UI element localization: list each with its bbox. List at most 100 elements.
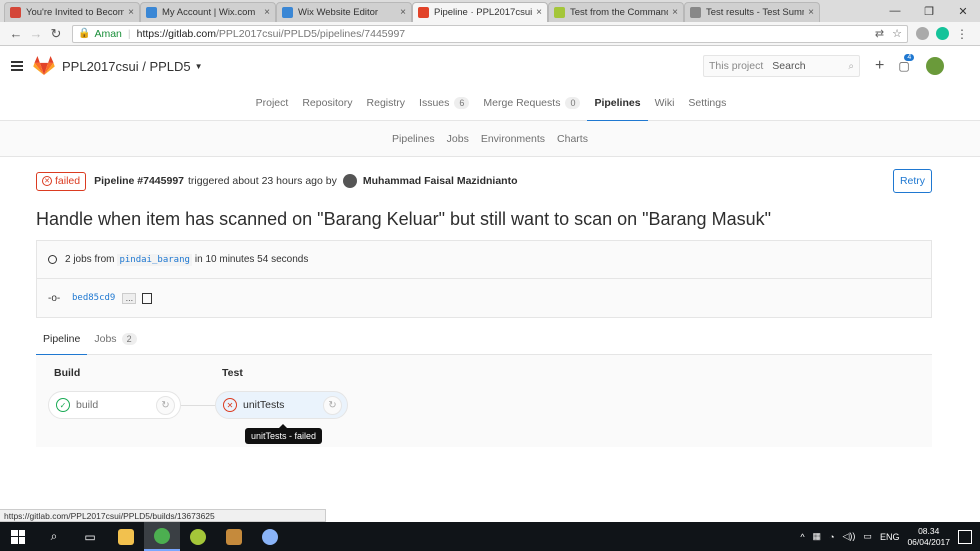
menu-icon[interactable]: ⋮ bbox=[956, 27, 968, 41]
nav-issues[interactable]: Issues 6 bbox=[412, 85, 476, 121]
time: 08.34 bbox=[918, 525, 940, 536]
star-icon[interactable]: ☆ bbox=[892, 27, 902, 40]
gitlab-logo-icon[interactable] bbox=[33, 56, 55, 76]
misc-app-icon bbox=[262, 528, 278, 545]
nav-merge-requests[interactable]: Merge Requests 0 bbox=[476, 85, 587, 121]
reload-icon[interactable]: ↻ bbox=[46, 26, 66, 42]
project-title[interactable]: PPL2017csui / PPLD5 ▼ bbox=[62, 59, 203, 74]
todo-icon[interactable]: ▢ 4 bbox=[898, 54, 915, 73]
nav-repository[interactable]: Repository bbox=[295, 85, 359, 121]
plus-icon[interactable]: + bbox=[875, 57, 884, 75]
url-input[interactable]: 🔒 Aman | https://gitlab.com /PPL2017csui… bbox=[72, 24, 908, 43]
url-path: /PPL2017csui/PPLD5/pipelines/7445997 bbox=[216, 27, 406, 40]
branch-name[interactable]: pindai_barang bbox=[117, 253, 192, 266]
language-indicator[interactable]: ENG bbox=[880, 532, 900, 542]
file-explorer-icon[interactable] bbox=[108, 522, 144, 551]
nav-project[interactable]: Project bbox=[249, 85, 296, 121]
browser-tab[interactable]: Test results - Test Summ × bbox=[684, 2, 820, 22]
copy-icon[interactable] bbox=[142, 292, 153, 304]
translate-icon[interactable]: ⇄ bbox=[875, 27, 884, 40]
nav-label: Settings bbox=[688, 97, 727, 109]
search-icon: ⌕ bbox=[848, 60, 854, 72]
chevron-down-icon: ▼ bbox=[194, 61, 203, 71]
status-badge[interactable]: ✕ failed bbox=[36, 171, 87, 191]
job-tooltip: unitTests - failed bbox=[245, 424, 323, 444]
user-avatar[interactable] bbox=[342, 174, 357, 188]
tab-pipeline[interactable]: Pipeline bbox=[36, 323, 88, 356]
wifi-icon[interactable]: ◔ bbox=[829, 532, 834, 542]
close-icon[interactable]: × bbox=[264, 7, 270, 18]
back-icon[interactable]: ← bbox=[6, 26, 26, 41]
android-app-icon bbox=[190, 528, 206, 545]
nav-label: Issues bbox=[419, 97, 450, 109]
jobs-badge: 2 bbox=[121, 333, 137, 345]
search-scope: This project bbox=[709, 60, 764, 72]
close-icon[interactable]: × bbox=[808, 7, 814, 18]
browser-tab[interactable]: Wix Website Editor × bbox=[276, 2, 412, 22]
network-icon[interactable]: ▦ bbox=[813, 531, 822, 542]
browser-tab[interactable]: You're Invited to Becom × bbox=[4, 2, 140, 22]
minimize-icon[interactable]: — bbox=[878, 0, 912, 22]
pipeline-id: Pipeline #7445997 bbox=[94, 175, 184, 187]
avatar[interactable] bbox=[926, 57, 945, 75]
window-controls: — ❐ ✕ bbox=[878, 0, 980, 22]
user-name[interactable]: Muhammad Faisal Mazidnianto bbox=[363, 175, 518, 187]
notification-icon[interactable] bbox=[958, 529, 972, 544]
retry-button[interactable]: Retry bbox=[893, 169, 932, 193]
issues-badge: 6 bbox=[454, 97, 470, 109]
failed-icon: ✕ bbox=[223, 398, 237, 412]
app-icon[interactable] bbox=[252, 522, 288, 551]
browser-tabbar: You're Invited to Becom × My Account | W… bbox=[0, 0, 980, 22]
clock-icon bbox=[48, 255, 57, 264]
tab-label: Test from the Command bbox=[570, 7, 669, 18]
stage-title-build: Build bbox=[54, 367, 81, 379]
chrome-app-icon bbox=[154, 527, 170, 544]
close-icon[interactable]: × bbox=[400, 7, 406, 18]
nav-wiki[interactable]: Wiki bbox=[648, 85, 682, 121]
terminal-icon[interactable] bbox=[216, 522, 252, 551]
subnav-charts[interactable]: Charts bbox=[551, 121, 594, 157]
task-view-icon[interactable]: ▭ bbox=[72, 522, 108, 551]
pipeline-tabs: Pipeline Jobs 2 bbox=[36, 323, 932, 356]
nav-pipelines[interactable]: Pipelines bbox=[587, 85, 648, 122]
expand-button[interactable]: ... bbox=[122, 292, 137, 304]
commit-sha[interactable]: bed85cd9 bbox=[72, 293, 115, 303]
nav-label: Registry bbox=[366, 97, 406, 109]
browser-tab[interactable]: Test from the Command × bbox=[548, 2, 684, 22]
extension-icon[interactable] bbox=[916, 27, 929, 40]
duration-text: in 10 minutes 54 seconds bbox=[194, 254, 309, 265]
retry-icon[interactable]: ↻ bbox=[156, 396, 175, 415]
subnav-environments[interactable]: Environments bbox=[475, 121, 551, 157]
search-icon[interactable]: ⌕ bbox=[36, 522, 72, 551]
close-icon[interactable]: × bbox=[672, 7, 678, 18]
subnav-jobs[interactable]: Jobs bbox=[441, 121, 475, 157]
close-icon[interactable]: × bbox=[128, 7, 134, 18]
close-window-icon[interactable]: ✕ bbox=[946, 0, 980, 22]
browser-tab[interactable]: My Account | Wix.com × bbox=[140, 2, 276, 22]
android-studio-icon[interactable] bbox=[180, 522, 216, 551]
nav-registry[interactable]: Registry bbox=[360, 85, 413, 121]
start-button[interactable] bbox=[0, 522, 36, 551]
maximize-icon[interactable]: ❐ bbox=[912, 0, 946, 22]
doc-icon bbox=[690, 7, 701, 18]
url-host: https://gitlab.com bbox=[136, 27, 216, 40]
retry-icon[interactable]: ↻ bbox=[323, 396, 342, 415]
battery-icon[interactable]: ▭ bbox=[863, 531, 872, 542]
close-icon[interactable]: × bbox=[536, 7, 542, 18]
nav-settings[interactable]: Settings bbox=[681, 85, 733, 121]
subnav-pipelines[interactable]: Pipelines bbox=[386, 121, 441, 157]
pipeline-graph: Build Test ✓ build ↻ ✕ unitTests ↻ bbox=[36, 355, 932, 447]
taskbar-clock[interactable]: 08.34 06/04/2017 bbox=[907, 526, 950, 548]
chrome-icon[interactable] bbox=[144, 522, 180, 551]
tab-jobs[interactable]: Jobs 2 bbox=[87, 323, 143, 355]
forward-icon[interactable]: → bbox=[26, 26, 46, 41]
job-unittests[interactable]: ✕ unitTests ↻ bbox=[215, 391, 348, 419]
hamburger-icon[interactable] bbox=[11, 61, 23, 71]
commit-row: -o- bed85cd9 ... bbox=[37, 279, 931, 317]
grammarly-icon[interactable] bbox=[936, 27, 949, 40]
search-input[interactable]: This project Search ⌕ bbox=[703, 55, 860, 77]
volume-icon[interactable]: ◁)) bbox=[843, 531, 856, 542]
chevron-up-icon[interactable]: ^ bbox=[800, 532, 804, 542]
job-build[interactable]: ✓ build ↻ bbox=[48, 391, 181, 419]
browser-tab-active[interactable]: Pipeline · PPL2017csui / × bbox=[412, 2, 548, 22]
